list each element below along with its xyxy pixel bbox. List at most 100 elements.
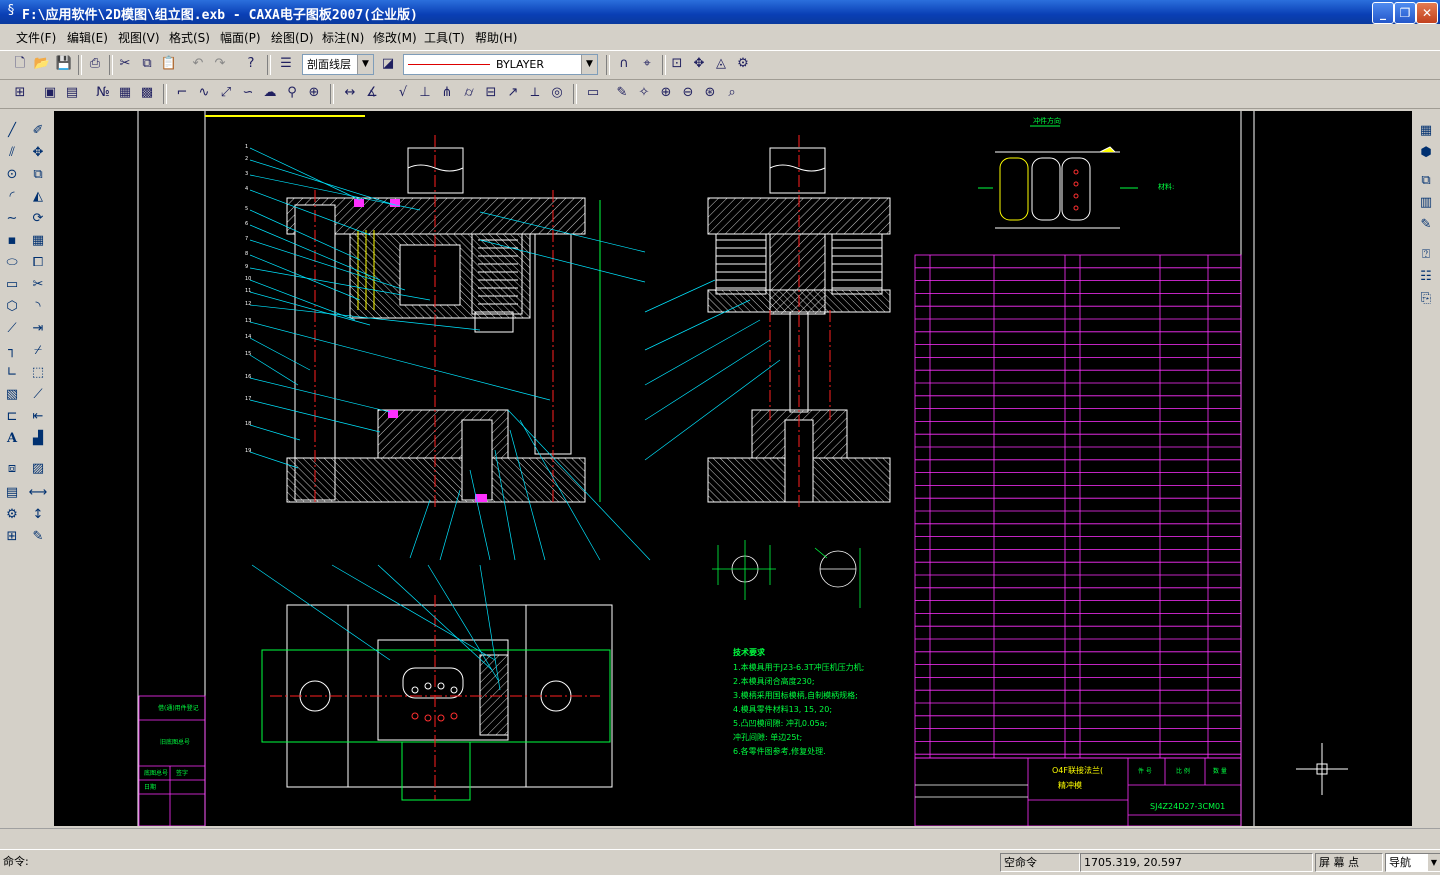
minimize-button[interactable]: _ xyxy=(1372,2,1394,24)
eraser-icon[interactable]: ✐ xyxy=(28,121,48,141)
menu-help[interactable]: 帮助(H) xyxy=(475,29,517,46)
text-icon[interactable]: A xyxy=(2,429,22,449)
layout-icon[interactable]: ▦ xyxy=(1416,121,1436,141)
zoom-out-icon[interactable]: ⊖ xyxy=(678,83,698,103)
copy-object-icon[interactable]: ⧉ xyxy=(28,165,48,185)
chevron-down-icon[interactable]: ▼ xyxy=(1428,854,1440,871)
welding-icon[interactable]: ⋔ xyxy=(437,83,457,103)
hatch-pattern-icon[interactable]: ▨ xyxy=(28,459,48,479)
close-button[interactable]: ✕ xyxy=(1416,2,1438,24)
line-icon[interactable]: ╱ xyxy=(2,121,22,141)
parallel-line-icon[interactable]: ⫽ xyxy=(2,143,22,163)
drawing-canvas[interactable]: 123 456 789 10 11 12 13 14 15 16 17 18 19 xyxy=(54,111,1412,826)
paste-icon[interactable]: 📋 xyxy=(159,54,179,74)
command-input[interactable] xyxy=(60,853,990,870)
save-icon[interactable]: 💾 xyxy=(54,54,74,74)
roughness-icon[interactable]: √ xyxy=(393,83,413,103)
query-icon[interactable]: ⍰ xyxy=(1416,245,1436,265)
hook-icon[interactable]: ⌐ xyxy=(172,83,192,103)
menu-sheet[interactable]: 幅面(P) xyxy=(220,29,261,46)
export-icon[interactable]: ⎘ xyxy=(1416,289,1436,309)
3d-box-icon[interactable]: ⬢ xyxy=(1416,143,1436,163)
leader-icon[interactable]: ↗ xyxy=(503,83,523,103)
print-icon[interactable]: ⎙ xyxy=(85,54,105,74)
library-part-icon[interactable]: ⊞ xyxy=(2,527,22,547)
pencil-icon[interactable]: ✎ xyxy=(612,83,632,103)
edit-sheet-icon[interactable]: ✎ xyxy=(1416,215,1436,235)
layer-icon[interactable]: ☰ xyxy=(276,54,296,74)
command-area[interactable] xyxy=(0,828,1440,849)
dim-linear-icon[interactable]: ⟷ xyxy=(28,483,48,503)
align-icon[interactable]: ⇤ xyxy=(28,407,48,427)
scale-icon[interactable]: ⧠ xyxy=(28,253,48,273)
title-block-icon[interactable]: ▤ xyxy=(62,83,82,103)
ruler-icon[interactable]: ▭ xyxy=(583,83,603,103)
menu-modify[interactable]: 修改(M) xyxy=(373,29,417,46)
person-icon[interactable]: ⚲ xyxy=(282,83,302,103)
zoom-previous-icon[interactable]: ⊛ xyxy=(700,83,720,103)
cloud-icon[interactable]: ☁ xyxy=(260,83,280,103)
zoom-realtime-icon[interactable]: ⌕ xyxy=(722,83,742,103)
block-icon[interactable]: ⊏ xyxy=(2,407,22,427)
caxa-app-icon[interactable]: § xyxy=(3,3,19,19)
snap-mode-screen-point[interactable]: 屏 幕 点 xyxy=(1315,853,1383,872)
brush-icon[interactable]: ✎ xyxy=(28,527,48,547)
trim-icon[interactable]: ✂ xyxy=(28,275,48,295)
list-icon[interactable]: ☷ xyxy=(1416,267,1436,287)
help-icon[interactable]: ? xyxy=(241,54,261,74)
cut-icon[interactable]: ✂ xyxy=(115,54,135,74)
nav-dropdown[interactable]: 导航 ▼ xyxy=(1385,853,1440,872)
polyline-icon[interactable]: ⟋ xyxy=(2,319,22,339)
undo-icon[interactable]: ↶ xyxy=(188,54,208,74)
axis-icon[interactable]: ∟ xyxy=(2,363,22,383)
zoom-window-icon[interactable]: ⊡ xyxy=(667,54,687,74)
tolerance-icon[interactable]: ⌭ xyxy=(459,83,479,103)
snap-icon[interactable]: ⌖ xyxy=(637,54,657,74)
fillet-icon[interactable]: ◝ xyxy=(28,297,48,317)
menu-tools[interactable]: 工具(T) xyxy=(424,29,465,46)
copy-icon[interactable]: ⧉ xyxy=(137,54,157,74)
parts-list-icon[interactable]: ▦ xyxy=(115,83,135,103)
ellipse-icon[interactable]: ⬭ xyxy=(2,253,22,273)
menu-draw[interactable]: 绘图(D) xyxy=(271,29,314,46)
array-icon[interactable]: ▦ xyxy=(28,231,48,251)
pan-icon[interactable]: ✥ xyxy=(689,54,709,74)
stretch-icon[interactable]: ⬚ xyxy=(28,363,48,383)
gear-icon[interactable]: ⚙ xyxy=(2,505,22,525)
new-file-icon[interactable]: 🗋 xyxy=(10,54,30,74)
chevron-down-icon[interactable]: ▼ xyxy=(581,55,597,74)
insert-block-icon[interactable]: ⧈ xyxy=(2,459,22,479)
tangent-icon[interactable]: ⤢ xyxy=(216,83,236,103)
rotate-icon[interactable]: ⟳ xyxy=(28,209,48,229)
arc-icon[interactable]: ◜ xyxy=(2,187,22,207)
polygon-icon[interactable]: ⬡ xyxy=(2,297,22,317)
curve-icon[interactable]: ∼ xyxy=(2,209,22,229)
layer-combo[interactable]: 剖面线层 ▼ xyxy=(302,54,374,75)
open-file-icon[interactable]: 📂 xyxy=(32,54,52,74)
break-icon[interactable]: ⌿ xyxy=(28,341,48,361)
hatch-icon[interactable]: ▧ xyxy=(2,385,22,405)
redo-icon[interactable]: ↷ xyxy=(210,54,230,74)
move-icon[interactable]: ✥ xyxy=(28,143,48,163)
rectangle-icon[interactable]: ▭ xyxy=(2,275,22,295)
chamfer-icon[interactable]: ⟋ xyxy=(28,385,48,405)
menu-file[interactable]: 文件(F) xyxy=(16,29,56,46)
menu-edit[interactable]: 编辑(E) xyxy=(67,29,108,46)
dimension-icon[interactable]: ↔ xyxy=(340,83,360,103)
restore-button[interactable]: ❐ xyxy=(1394,2,1416,24)
menu-view[interactable]: 视图(V) xyxy=(118,29,160,46)
fill-icon[interactable]: ▟ xyxy=(28,429,48,449)
table-icon[interactable]: ▤ xyxy=(2,483,22,503)
view-icon[interactable]: ◎ xyxy=(547,83,567,103)
measure-icon[interactable]: ◬ xyxy=(711,54,731,74)
circle-icon[interactable]: ⊙ xyxy=(2,165,22,185)
chevron-down-icon[interactable]: ▼ xyxy=(357,55,373,74)
linetype-combo[interactable]: BYLAYER ▼ xyxy=(403,54,598,75)
sheet-icon[interactable]: ▥ xyxy=(1416,193,1436,213)
library-icon[interactable]: ▩ xyxy=(137,83,157,103)
match-icon[interactable]: ✧ xyxy=(634,83,654,103)
angle-dim-icon[interactable]: ∡ xyxy=(362,83,382,103)
hole-icon[interactable]: ⊕ xyxy=(304,83,324,103)
section-icon[interactable]: ⟂ xyxy=(525,83,545,103)
centerline-icon[interactable]: ┐ xyxy=(2,341,22,361)
